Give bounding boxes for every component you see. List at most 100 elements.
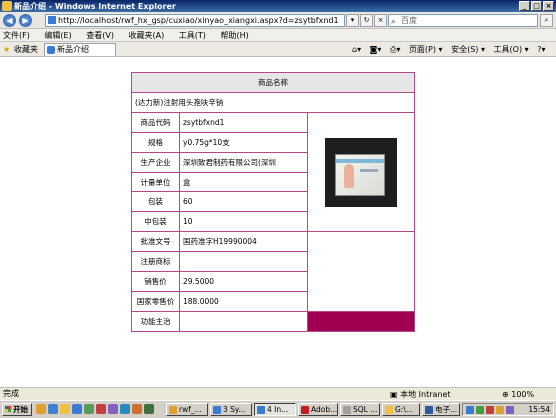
print-icon[interactable]: ⎙▾ bbox=[390, 45, 400, 54]
maximize-button[interactable]: □ bbox=[531, 1, 542, 11]
close-button[interactable]: × bbox=[543, 1, 554, 11]
menu-bar: 文件(F) 编辑(E) 查看(V) 收藏夹(A) 工具(T) 帮助(H) bbox=[0, 29, 556, 42]
forward-button[interactable]: ▶ bbox=[19, 14, 32, 27]
taskbar-item-active[interactable]: 4 In... bbox=[254, 403, 296, 416]
tab-title: 新品介绍 bbox=[57, 45, 89, 54]
tab-current[interactable]: 新品介绍 bbox=[44, 43, 116, 56]
feeds-icon[interactable]: ◙▾ bbox=[370, 45, 382, 54]
quicklaunch-icon[interactable] bbox=[84, 404, 94, 414]
favorites-bar: ★ 收藏夹 新品介绍 ⌂▾ ◙▾ ⎙▾ 页面(P) ▾ 安全(S) ▾ 工具(O… bbox=[0, 42, 556, 57]
windows-logo-icon bbox=[5, 406, 11, 412]
product-name: (达力新)注射用头孢呋辛钠 bbox=[131, 92, 415, 113]
star-icon: ★ bbox=[3, 45, 11, 54]
field-label: 国家零售价 bbox=[131, 290, 180, 312]
field-value: 10 bbox=[179, 211, 308, 233]
stop-icon[interactable]: × bbox=[374, 14, 387, 27]
taskbar-item[interactable]: 电子... bbox=[422, 403, 460, 416]
menu-favorites[interactable]: 收藏夹(A) bbox=[129, 31, 165, 40]
page-menu[interactable]: 页面(P) ▾ bbox=[409, 45, 443, 54]
menu-help[interactable]: 帮助(H) bbox=[220, 31, 248, 40]
field-value: 188.0000 bbox=[179, 290, 308, 312]
quicklaunch-icon[interactable] bbox=[60, 404, 70, 414]
quicklaunch-icon[interactable] bbox=[36, 404, 46, 414]
field-value: 国药准字H19990004 bbox=[179, 231, 308, 253]
search-icon[interactable]: ⌕ bbox=[540, 14, 553, 27]
status-text: 完成 bbox=[3, 389, 19, 398]
field-label: 批准文号 bbox=[131, 231, 180, 253]
refresh-icon[interactable]: ↻ bbox=[360, 14, 373, 27]
product-image-cell bbox=[307, 111, 415, 233]
field-value: y0.75g*10支 bbox=[179, 131, 308, 153]
tray-icon[interactable] bbox=[476, 406, 484, 414]
field-value: zsytbfxnd1 bbox=[179, 111, 308, 133]
field-label: 规格 bbox=[131, 131, 180, 153]
menu-edit[interactable]: 编辑(E) bbox=[44, 31, 71, 40]
command-bar: ⌂▾ ◙▾ ⎙▾ 页面(P) ▾ 安全(S) ▾ 工具(O) ▾ ?▾ bbox=[346, 42, 545, 57]
product-image bbox=[325, 137, 397, 207]
window-title: 新品介绍 - Windows Internet Explorer bbox=[14, 2, 176, 11]
search-placeholder: 百度 bbox=[401, 16, 417, 25]
accent-cell bbox=[307, 310, 415, 332]
field-label: 包装 bbox=[131, 191, 180, 213]
quicklaunch-icon[interactable] bbox=[120, 404, 130, 414]
quicklaunch-icon[interactable] bbox=[144, 404, 154, 414]
back-button[interactable]: ◀ bbox=[3, 14, 16, 27]
taskbar-item[interactable]: 3 Sy... bbox=[210, 403, 252, 416]
quicklaunch-icon[interactable] bbox=[108, 404, 118, 414]
tools-menu[interactable]: 工具(O) ▾ bbox=[494, 45, 529, 54]
field-label: 商品代码 bbox=[131, 111, 180, 133]
quicklaunch-icon[interactable] bbox=[96, 404, 106, 414]
product-box-illustration bbox=[335, 153, 385, 196]
title-bar: 新品介绍 - Windows Internet Explorer _ □ × bbox=[0, 0, 556, 12]
ie-icon bbox=[2, 1, 12, 11]
field-label: 功能主治 bbox=[131, 310, 180, 332]
start-button[interactable]: 开始 bbox=[2, 403, 32, 416]
product-header: 商品名称 bbox=[131, 72, 415, 93]
menu-tools[interactable]: 工具(T) bbox=[179, 31, 206, 40]
field-value: 60 bbox=[179, 191, 308, 213]
field-label: 中包装 bbox=[131, 211, 180, 233]
taskbar-item[interactable]: SQL ... bbox=[340, 403, 380, 416]
quicklaunch-icon[interactable] bbox=[48, 404, 58, 414]
safety-menu[interactable]: 安全(S) ▾ bbox=[451, 45, 485, 54]
field-label: 生产企业 bbox=[131, 151, 180, 173]
search-input[interactable]: ⌕ 百度 bbox=[388, 14, 538, 27]
taskbar-item[interactable]: Adob... bbox=[298, 403, 338, 416]
tray-icon[interactable] bbox=[486, 406, 494, 414]
field-label: 销售价 bbox=[131, 271, 180, 292]
search-engine-icon: ⌕ bbox=[391, 17, 396, 26]
field-value bbox=[179, 251, 308, 273]
clock: 15:54 bbox=[528, 405, 550, 414]
field-value: 盒 bbox=[179, 171, 308, 193]
product-table: 商品名称 (达力新)注射用头孢呋辛钠 商品代码 zsytbfxnd1 规格 y0… bbox=[131, 72, 415, 332]
address-toolbar: ◀ ▶ http://localhost/rwf_hx_gsp/cuxiao/x… bbox=[0, 12, 556, 29]
field-label: 计量单位 bbox=[131, 171, 180, 193]
quicklaunch-icon[interactable] bbox=[72, 404, 82, 414]
menu-file[interactable]: 文件(F) bbox=[3, 31, 30, 40]
menu-view[interactable]: 查看(V) bbox=[86, 31, 114, 40]
address-dropdown-button[interactable]: ▾ bbox=[346, 14, 359, 27]
address-field[interactable]: http://localhost/rwf_hx_gsp/cuxiao/xinya… bbox=[45, 14, 345, 27]
page-content: 商品名称 (达力新)注射用头孢呋辛钠 商品代码 zsytbfxnd1 规格 y0… bbox=[0, 57, 556, 388]
status-bar: 完成 ▣ 本地 Intranet ⊕ 100% bbox=[0, 388, 556, 400]
taskbar: 开始 rwf_... 3 Sy... 4 In... Adob... SQL .… bbox=[0, 400, 556, 418]
empty-cell bbox=[307, 231, 415, 312]
quicklaunch-icon[interactable] bbox=[132, 404, 142, 414]
system-tray: 15:54 bbox=[462, 403, 554, 416]
tab-page-icon bbox=[47, 46, 55, 54]
tray-icon[interactable] bbox=[466, 406, 474, 414]
taskbar-item[interactable]: rwf_... bbox=[166, 403, 208, 416]
field-label: 注册商标 bbox=[131, 251, 180, 273]
tray-icon[interactable] bbox=[496, 406, 504, 414]
favorites-button[interactable]: 收藏夹 bbox=[14, 42, 38, 57]
page-icon bbox=[48, 16, 56, 24]
help-icon[interactable]: ?▾ bbox=[537, 45, 545, 54]
minimize-button[interactable]: _ bbox=[519, 1, 530, 11]
zoom-icon: ⊕ bbox=[502, 390, 512, 399]
field-value: 29.5000 bbox=[179, 271, 308, 292]
home-icon[interactable]: ⌂▾ bbox=[352, 45, 361, 54]
tray-icon[interactable] bbox=[506, 406, 514, 414]
field-value: 深圳致君制药有限公司(深圳 bbox=[179, 151, 308, 173]
intranet-icon: ▣ bbox=[390, 390, 401, 399]
taskbar-item[interactable]: G:\... bbox=[382, 403, 420, 416]
